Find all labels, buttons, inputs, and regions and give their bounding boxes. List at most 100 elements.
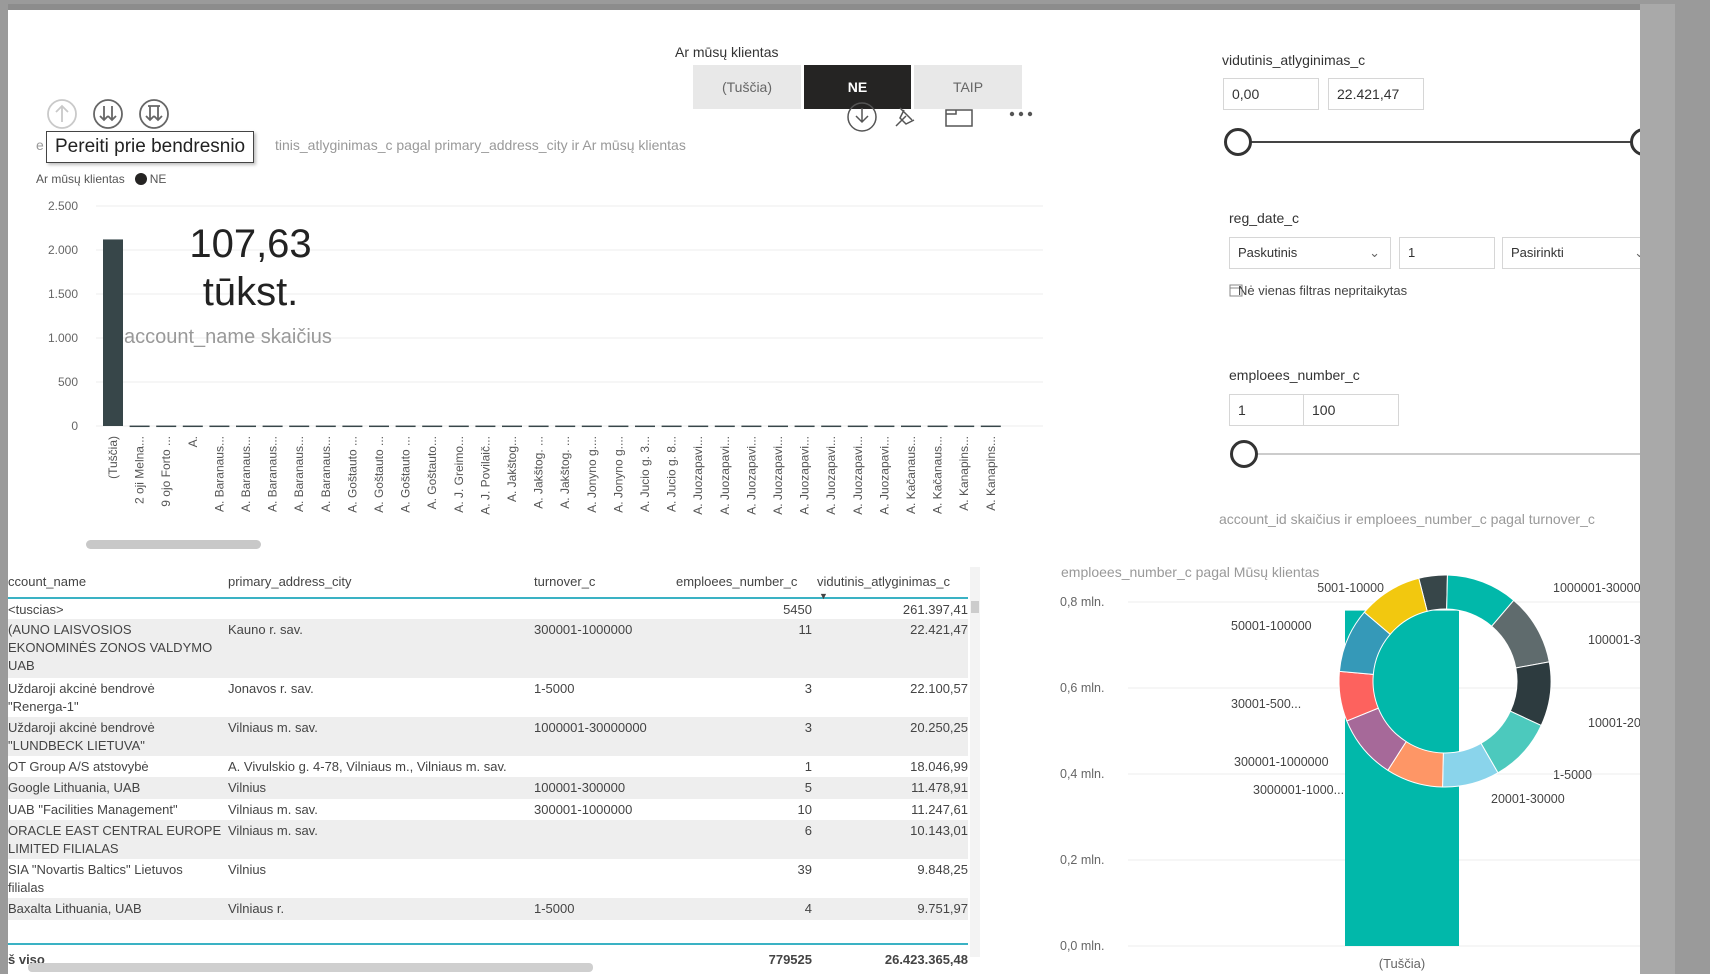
col-header-salary[interactable]: vidutinis_atlyginimas_c (817, 573, 950, 591)
table-cell: UAB "Facilities Management" (8, 802, 178, 817)
combo-chart: 0,8 mln. 0,6 mln. 0,4 mln. 0,2 mln. 0,0 mln.… (1060, 574, 1675, 971)
regdate-mode-dropdown[interactable]: Paskutinis ⌄ (1229, 237, 1391, 269)
bar-chart-legend: Ar mūsų klientas NE (36, 172, 166, 186)
bar (927, 425, 948, 428)
x-tick-label: (Tuščia) (106, 436, 120, 479)
table-cell: ORACLE EAST CENTRAL EUROPE LIMITED FILIA… (8, 823, 222, 856)
bar (608, 425, 629, 428)
bar (103, 239, 123, 426)
slicer-title: Ar mūsų klientas (675, 44, 779, 60)
donut-label: 50001-100000 (1231, 619, 1312, 633)
x-tick-label: A. Goštauto ... (372, 436, 386, 513)
x-tick-label: A. Goštauto ... (399, 436, 413, 513)
visual-header-icons (847, 102, 1033, 132)
regdate-unit-value: Pasirinkti (1511, 245, 1564, 260)
col-header-employees[interactable]: emploees_number_c (676, 573, 797, 591)
employees-max-input[interactable]: 100 (1303, 394, 1399, 426)
donut-label: 5001-10000 (1317, 581, 1384, 595)
regdate-unit-dropdown[interactable]: Pasirinkti⌄ (1502, 237, 1656, 269)
employees-slider-handle[interactable] (1230, 440, 1258, 468)
table-row[interactable]: UAB "Facilities Management" Vilniaus m. s… (8, 799, 968, 820)
y-tick-label: 0,6 mln. (1060, 681, 1104, 695)
x-tick-label: A. Jakštog. ... (558, 436, 572, 509)
x-tick-label: A. Juozapavi... (851, 436, 865, 515)
bar (901, 425, 921, 428)
bar (342, 425, 363, 428)
table-cell: Uždaroji akcinė bendrovė "Renerga-1" (8, 681, 155, 714)
col-header-turnover[interactable]: turnover_c (534, 573, 595, 591)
x-tick-label: A. Juozapavi... (798, 436, 812, 515)
x-tick-label: A. Juozapavi... (691, 436, 705, 515)
col-header-account-name[interactable]: ccount_name (8, 573, 86, 591)
x-tick-label: A. Juozapavi... (771, 436, 785, 515)
x-tick-label: A. Baranaus... (266, 436, 280, 512)
card-value-number: 107,63 (189, 222, 312, 266)
x-tick-label: A. Baranaus... (319, 436, 333, 512)
table-cell: 11.478,91 (911, 780, 968, 795)
table-row[interactable]: SIA "Novartis Baltics" Lietuvos filialas… (8, 859, 968, 898)
y-tick-label: 2.000 (48, 243, 78, 257)
y-tick-label: 0,2 mln. (1060, 853, 1104, 867)
more-options-icon[interactable] (1009, 111, 1033, 117)
x-tick-label: A. Kanapins... (957, 436, 971, 511)
table-cell: Baxalta Lithuania, UAB (8, 901, 142, 916)
bar-chart-scrollbar[interactable] (86, 540, 261, 549)
drill-down-icon[interactable] (847, 102, 877, 132)
donut-chart-title: account_id skaičius ir emploees_number_c… (1219, 511, 1595, 527)
donut-label: 1-5000 (1553, 768, 1592, 782)
x-tick-label: A. Kačanaus... (904, 436, 918, 514)
focus-mode-icon[interactable] (945, 109, 973, 127)
top-strip (8, 4, 1675, 10)
drill-up-icon[interactable] (46, 98, 78, 130)
table-cell: 9.751,97 (917, 901, 968, 916)
table-row[interactable]: ORACLE EAST CENTRAL EUROPE LIMITED FILIA… (8, 820, 968, 859)
x-tick-label: 9 ojo Forto ... (159, 436, 173, 507)
table-row[interactable]: Uždaroji akcinė bendrovė "Renerga-1" Jona… (8, 678, 968, 717)
x-tick-label: A. Baranaus... (212, 436, 226, 512)
salary-max-input[interactable]: 22.421,47 (1328, 78, 1424, 110)
legend-item[interactable]: NE (150, 172, 167, 186)
col-header-city[interactable]: primary_address_city (228, 573, 352, 591)
table-cell: (AUNO LAISVOSIOS EKONOMINĖS ZONOS VALDYM… (8, 622, 213, 673)
table-row[interactable]: Baxalta Lithuania, UAB Vilniaus r. 1-5000 4… (8, 898, 968, 920)
bar (422, 425, 443, 428)
table-vertical-scrollbar[interactable] (970, 567, 980, 957)
table-row[interactable]: (AUNO LAISVOSIOS EKONOMINĖS ZONOS VALDYM… (8, 619, 968, 678)
table-scroll-thumb[interactable] (971, 601, 979, 613)
y-tick-label: 2.500 (48, 199, 78, 213)
card-value-unit: tūkst. (202, 270, 299, 314)
salary-slider-min-handle[interactable] (1224, 128, 1252, 156)
table-cell: Vilniaus m. sav. (228, 823, 318, 838)
expand-hierarchy-icon[interactable] (138, 98, 170, 130)
table-row[interactable]: <tuscias> 5450 261.397,41 (8, 599, 968, 619)
table-cell: 1-5000 (534, 681, 575, 696)
x-tick-label: A. Jonyno g.... (585, 436, 599, 513)
table-row[interactable]: Uždaroji akcinė bendrovė "LUNDBECK LIETU… (8, 717, 968, 756)
drill-next-level-icon[interactable] (92, 98, 124, 130)
x-tick-label: (Tuščia) (1379, 956, 1425, 971)
x-tick-label: 2 oji Melna... (133, 436, 147, 504)
regdate-count-input[interactable]: 1 (1399, 237, 1495, 269)
table-cell: 5450 (783, 602, 812, 617)
pin-icon[interactable] (895, 107, 915, 127)
x-tick-label: A. Goštauto... (425, 436, 439, 509)
slicer-option-empty[interactable]: (Tuščia) (693, 65, 801, 109)
table-row[interactable]: OT Group A/S atstovybė A. Vivulskio g. 4-… (8, 756, 968, 777)
salary-min-input[interactable]: 0,00 (1223, 78, 1319, 110)
bar (262, 425, 283, 428)
table-cell: A. Vivulskio g. 4-78, Vilniaus m., Vilni… (228, 759, 507, 774)
table-cell: 3 (804, 720, 812, 735)
table-row[interactable]: Google Lithuania, UAB Vilnius 100001-30000… (8, 777, 968, 799)
table-cell: 22.100,57 (910, 681, 968, 696)
table-horizontal-scrollbar[interactable] (28, 963, 593, 972)
table-cell: <tuscias> (8, 602, 64, 617)
bar (661, 425, 682, 428)
table-cell: 10 (797, 802, 812, 817)
y-tick-label: 0,8 mln. (1060, 595, 1104, 609)
table-cell: 3 (804, 681, 812, 696)
table-cell: Jonavos r. sav. (228, 681, 314, 696)
table-cell: Vilnius (228, 862, 267, 877)
table-cell: OT Group A/S atstovybė (8, 759, 149, 774)
table-cell: 11 (798, 622, 813, 637)
table-cell: 18.046,99 (910, 759, 968, 774)
